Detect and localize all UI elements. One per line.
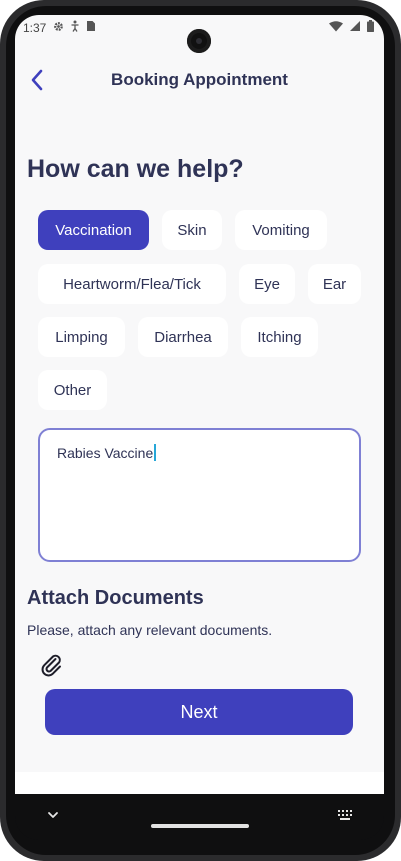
sim-card-icon (86, 20, 96, 35)
chip-vomiting[interactable]: Vomiting (235, 210, 327, 250)
status-icons-right (329, 20, 374, 35)
home-pill[interactable] (151, 824, 249, 828)
chip-skin[interactable]: Skin (162, 210, 222, 250)
chip-diarrhea[interactable]: Diarrhea (138, 317, 228, 357)
chip-other[interactable]: Other (38, 370, 107, 410)
status-time: 1:37 (23, 21, 47, 35)
section-heading: How can we help? (27, 155, 244, 183)
chip-heartworm-flea-tick[interactable]: Heartworm/Flea/Tick (38, 264, 226, 304)
app-screen: 1:37 Booking Appointment How can we help… (15, 15, 384, 794)
front-camera (187, 29, 211, 53)
attach-documents-title: Attach Documents (27, 587, 204, 609)
chip-vaccination[interactable]: Vaccination (38, 210, 149, 250)
gear-icon (53, 21, 64, 35)
status-bar: 1:37 (15, 15, 384, 53)
chip-itching[interactable]: Itching (241, 317, 318, 357)
signal-icon (349, 20, 361, 35)
page-title: Booking Appointment (111, 70, 288, 89)
system-nav-bar (15, 794, 384, 840)
status-icons-left (53, 20, 96, 35)
chevron-down-icon[interactable] (47, 810, 59, 820)
bottom-spacer (15, 772, 384, 794)
notes-value: Rabies Vaccine (57, 445, 154, 461)
device-frame: 1:37 Booking Appointment How can we help… (0, 0, 401, 861)
text-caret (154, 444, 157, 461)
wifi-icon (329, 20, 343, 35)
paperclip-icon (41, 654, 61, 677)
app-header: Booking Appointment (15, 67, 384, 95)
notes-text: Rabies Vaccine (57, 444, 157, 461)
chip-ear[interactable]: Ear (308, 264, 361, 304)
accessibility-icon (70, 20, 80, 35)
attach-documents-description: Please, attach any relevant documents. (27, 622, 273, 638)
chip-eye[interactable]: Eye (239, 264, 295, 304)
battery-icon (367, 20, 374, 35)
notes-textarea[interactable]: Rabies Vaccine (38, 428, 361, 562)
next-button[interactable]: Next (45, 689, 353, 735)
keyboard-icon[interactable] (337, 809, 353, 821)
attach-button[interactable] (39, 653, 65, 679)
chip-limping[interactable]: Limping (38, 317, 125, 357)
